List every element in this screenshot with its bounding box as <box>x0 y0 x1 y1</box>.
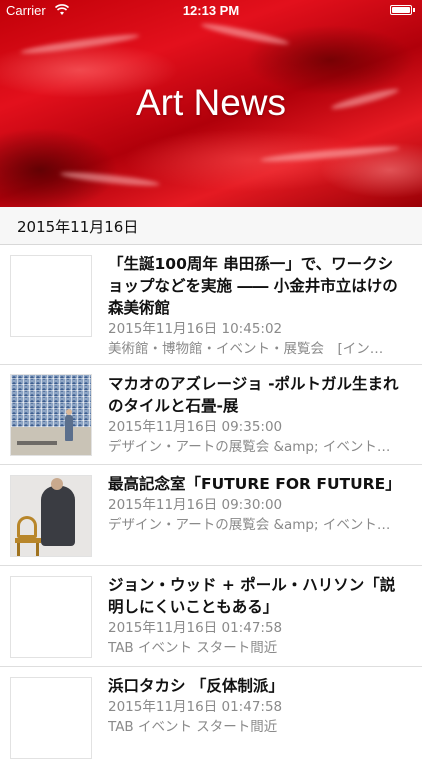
section-date-label: 2015年11月16日 <box>17 218 139 236</box>
article-category: デザイン・アートの展覧会 &amp; イベント… <box>108 439 391 455</box>
app-title: Art News <box>135 82 287 123</box>
article-thumbnail <box>10 374 92 456</box>
chair-image <box>36 543 39 556</box>
article-row[interactable]: 浜口タカシ 「反体制派」 2015年11月16日 01:47:58 TAB イベ… <box>0 667 422 759</box>
header-banner: Carrier 12:13 PM Art News <box>0 0 422 207</box>
chair-image <box>17 543 20 556</box>
article-date: 2015年11月16日 10:45:02 <box>108 321 283 337</box>
figure-head-image <box>51 478 63 490</box>
article-date: 2015年11月16日 01:47:58 <box>108 620 283 636</box>
article-title: 「生誕100周年 串田孫一」で、ワークショップなどを実施 ―― 小金井市立はけの… <box>108 255 398 317</box>
article-row[interactable]: ジョン・ウッド + ポール・ハリソン「説明しにくいこともある」 2015年11月… <box>0 566 422 667</box>
clock: 12:13 PM <box>182 3 240 18</box>
article-row[interactable]: 最高記念室「FUTURE FOR FUTURE」 2015年11月16日 09:… <box>0 465 422 566</box>
article-title: 浜口タカシ 「反体制派」 <box>108 677 284 695</box>
article-thumbnail <box>10 255 92 337</box>
article-category: TAB イベント スタート間近 <box>108 719 278 735</box>
battery-icon <box>390 5 415 15</box>
bench-image <box>17 441 57 445</box>
person-image <box>65 415 73 441</box>
article-thumbnail <box>10 576 92 658</box>
paint-highlight <box>259 143 401 165</box>
article-thumbnail <box>10 677 92 759</box>
article-row[interactable]: マカオのアズレージョ -ポルトガル生まれのタイルと石畳-展 2015年11月16… <box>0 365 422 465</box>
article-title: マカオのアズレージョ -ポルトガル生まれのタイルと石畳-展 <box>108 375 399 415</box>
article-title: ジョン・ウッド + ポール・ハリソン「説明しにくいこともある」 <box>108 576 396 616</box>
article-row[interactable]: 「生誕100周年 串田孫一」で、ワークショップなどを実施 ―― 小金井市立はけの… <box>0 245 422 365</box>
article-thumbnail <box>10 475 92 557</box>
article-date: 2015年11月16日 01:47:58 <box>108 699 283 715</box>
article-category: 美術館・博物館・イベント・展覧会 [イン… <box>108 341 384 357</box>
article-category: デザイン・アートの展覧会 &amp; イベント… <box>108 517 391 533</box>
article-category: TAB イベント スタート間近 <box>108 640 278 656</box>
azulejo-tiles-image <box>11 375 91 427</box>
paint-highlight <box>20 31 140 57</box>
section-date-header: 2015年11月16日 <box>0 207 422 245</box>
figure-image <box>41 486 75 546</box>
paint-highlight <box>200 20 290 48</box>
article-date: 2015年11月16日 09:35:00 <box>108 419 283 435</box>
article-title: 最高記念室「FUTURE FOR FUTURE」 <box>108 475 401 493</box>
article-date: 2015年11月16日 09:30:00 <box>108 497 283 513</box>
status-bar: Carrier 12:13 PM <box>0 0 422 22</box>
paint-highlight <box>59 169 161 189</box>
chair-image <box>17 516 37 538</box>
